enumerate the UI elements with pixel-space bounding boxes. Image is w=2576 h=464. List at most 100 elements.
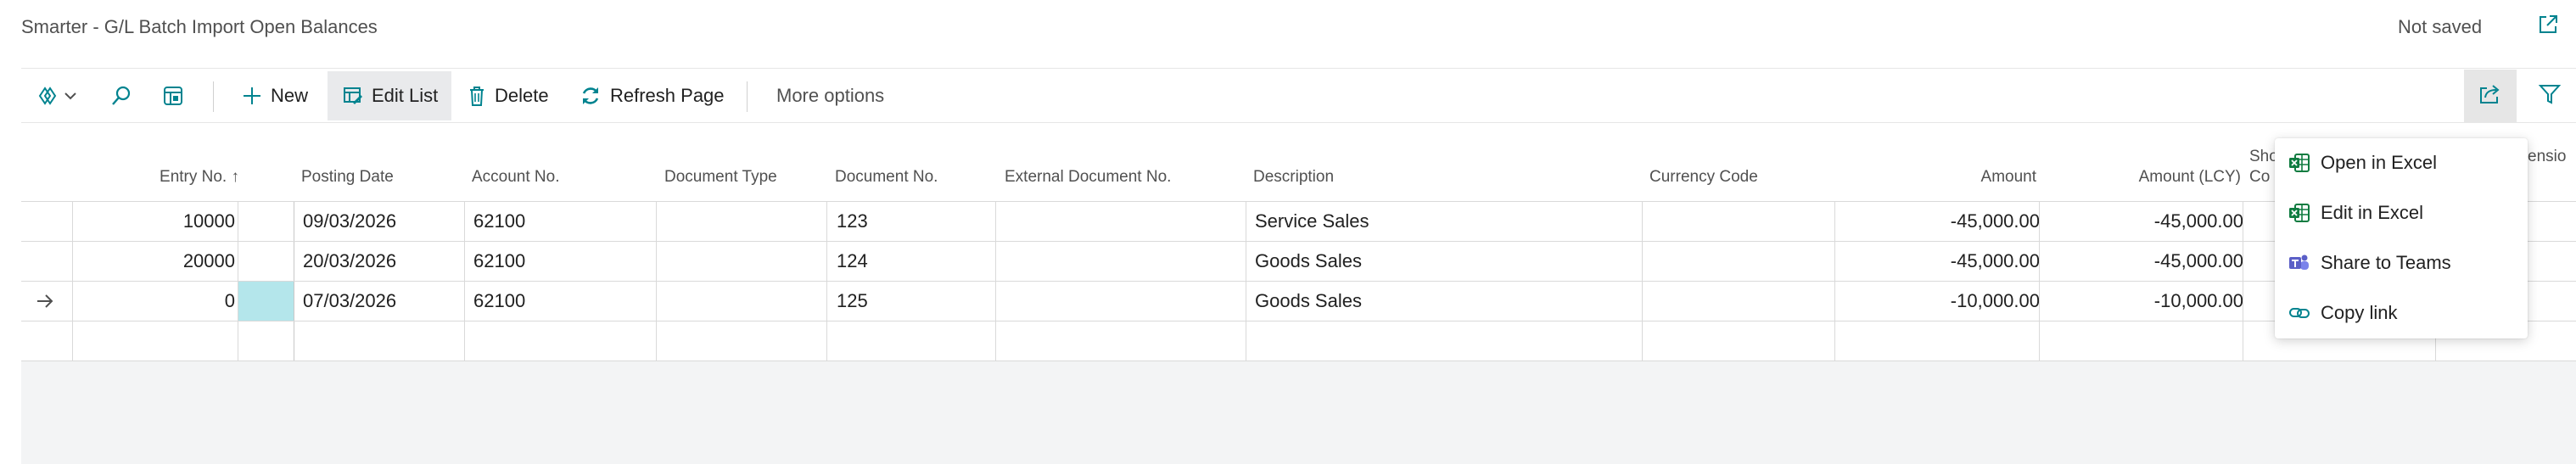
- column-header-document-type[interactable]: Document Type: [664, 168, 777, 187]
- menu-item-label: Edit in Excel: [2321, 202, 2424, 223]
- popout-icon[interactable]: [2537, 14, 2564, 41]
- title-bar: Smarter - G/L Batch Import Open Balances…: [0, 0, 2576, 68]
- column-divider: [1834, 202, 1835, 241]
- table-row[interactable]: 10000 09/03/2026 62100 123 Service Sales…: [21, 201, 2576, 241]
- amount-cell[interactable]: [1837, 321, 2040, 361]
- new-button-label: New: [271, 85, 309, 106]
- column-divider: [995, 282, 996, 321]
- entry-no-cell[interactable]: 0: [72, 282, 235, 321]
- column-header-shortcut-dimension[interactable]: Sho: [2249, 148, 2278, 166]
- filter-icon: [2538, 82, 2562, 110]
- column-header-description[interactable]: Description: [1253, 168, 1334, 187]
- refresh-icon: [580, 85, 602, 107]
- document-no-cell[interactable]: 125: [837, 282, 868, 321]
- document-no-cell[interactable]: 123: [837, 202, 868, 241]
- layout-button[interactable]: [162, 71, 184, 120]
- toolbar-divider: [21, 122, 2576, 123]
- column-divider: [826, 282, 827, 321]
- teams-icon: [2288, 253, 2310, 278]
- column-header-amount[interactable]: Amount: [1837, 168, 2036, 187]
- column-header-amount-lcy[interactable]: Amount (LCY): [2041, 168, 2241, 187]
- plus-icon: [242, 86, 262, 106]
- column-header-row: Entry No. ↑ Posting Date Account No. Doc…: [21, 127, 2576, 201]
- column-divider: [656, 282, 657, 321]
- filter-button[interactable]: [2523, 70, 2576, 122]
- account-no-cell[interactable]: 62100: [473, 202, 525, 241]
- menu-item-edit-in-excel[interactable]: Edit in Excel: [2275, 188, 2528, 238]
- menu-item-open-in-excel[interactable]: Open in Excel: [2275, 138, 2528, 188]
- column-divider: [1834, 282, 1835, 321]
- column-header-account-no[interactable]: Account No.: [472, 168, 560, 187]
- posting-date-cell[interactable]: 09/03/2026: [303, 202, 396, 241]
- column-header-document-no[interactable]: Document No.: [835, 168, 938, 187]
- description-cell[interactable]: Service Sales: [1255, 202, 1369, 241]
- posting-date-cell[interactable]: 07/03/2026: [303, 282, 396, 321]
- amount-lcy-cell[interactable]: -10,000.00: [2041, 282, 2243, 321]
- share-icon: [2478, 83, 2502, 109]
- column-divider: [2039, 242, 2040, 281]
- column-divider: [656, 321, 657, 361]
- column-divider: [1834, 321, 1835, 361]
- layout-icon: [162, 85, 184, 107]
- column-divider: [656, 242, 657, 281]
- table-row-empty[interactable]: [21, 321, 2576, 361]
- selected-cell[interactable]: [238, 282, 294, 321]
- share-button[interactable]: [2464, 70, 2517, 122]
- description-cell[interactable]: Goods Sales: [1255, 242, 1362, 281]
- amount-lcy-cell[interactable]: [2041, 321, 2243, 361]
- column-divider: [826, 242, 827, 281]
- column-header-currency-code[interactable]: Currency Code: [1649, 168, 1758, 187]
- amount-lcy-cell[interactable]: -45,000.00: [2041, 202, 2243, 241]
- action-bar: New Edit List Delete Refresh Page More o…: [21, 70, 2576, 122]
- document-no-cell[interactable]: 124: [837, 242, 868, 281]
- search-button[interactable]: [109, 71, 133, 120]
- column-divider: [464, 242, 465, 281]
- entry-no-cell[interactable]: 20000: [72, 242, 235, 281]
- column-divider: [2039, 202, 2040, 241]
- refresh-page-button[interactable]: Refresh Page: [580, 71, 725, 120]
- column-divider: [656, 202, 657, 241]
- amount-cell[interactable]: -45,000.00: [1837, 242, 2040, 281]
- column-divider: [1642, 242, 1643, 281]
- current-row-arrow-icon: [35, 291, 55, 316]
- column-divider: [2039, 321, 2040, 361]
- column-header-external-document-no[interactable]: External Document No.: [1005, 168, 1171, 187]
- view-switch-button[interactable]: [36, 71, 77, 120]
- menu-item-label: Share to Teams: [2321, 252, 2451, 273]
- table-row[interactable]: 20000 20/03/2026 62100 124 Goods Sales -…: [21, 241, 2576, 281]
- new-button[interactable]: New: [242, 71, 308, 120]
- column-divider: [1642, 321, 1643, 361]
- table-row-current[interactable]: 0 07/03/2026 62100 125 Goods Sales -10,0…: [21, 281, 2576, 321]
- menu-item-share-to-teams[interactable]: Share to Teams: [2275, 238, 2528, 288]
- delete-button[interactable]: Delete: [468, 71, 549, 120]
- column-divider: [826, 202, 827, 241]
- column-header-entry-no[interactable]: Entry No. ↑: [72, 168, 239, 187]
- edit-list-button[interactable]: Edit List: [328, 71, 451, 120]
- search-icon: [109, 84, 133, 108]
- more-options-button[interactable]: More options: [776, 71, 884, 120]
- column-divider: [995, 242, 996, 281]
- column-divider: [995, 321, 996, 361]
- amount-cell[interactable]: -45,000.00: [1837, 202, 2040, 241]
- column-divider: [995, 202, 996, 241]
- delete-button-label: Delete: [495, 85, 549, 106]
- column-divider: [826, 321, 827, 361]
- menu-item-copy-link[interactable]: Copy link: [2275, 288, 2528, 338]
- amount-cell[interactable]: -10,000.00: [1837, 282, 2040, 321]
- entry-no-cell[interactable]: 10000: [72, 202, 235, 241]
- save-status: Not saved: [2398, 16, 2483, 37]
- entry-no-cell[interactable]: [72, 321, 235, 361]
- column-divider: [1834, 242, 1835, 281]
- edit-list-icon: [343, 86, 363, 106]
- column-header-posting-date[interactable]: Posting Date: [301, 168, 394, 187]
- view-switch-icon: [36, 85, 62, 107]
- account-no-cell[interactable]: 62100: [473, 242, 525, 281]
- amount-lcy-cell[interactable]: -45,000.00: [2041, 242, 2243, 281]
- column-divider: [1642, 282, 1643, 321]
- list-area: Entry No. ↑ Posting Date Account No. Doc…: [21, 127, 2576, 464]
- description-cell[interactable]: Goods Sales: [1255, 282, 1362, 321]
- title-divider: [21, 68, 2576, 69]
- posting-date-cell[interactable]: 20/03/2026: [303, 242, 396, 281]
- column-divider: [2039, 282, 2040, 321]
- account-no-cell[interactable]: 62100: [473, 282, 525, 321]
